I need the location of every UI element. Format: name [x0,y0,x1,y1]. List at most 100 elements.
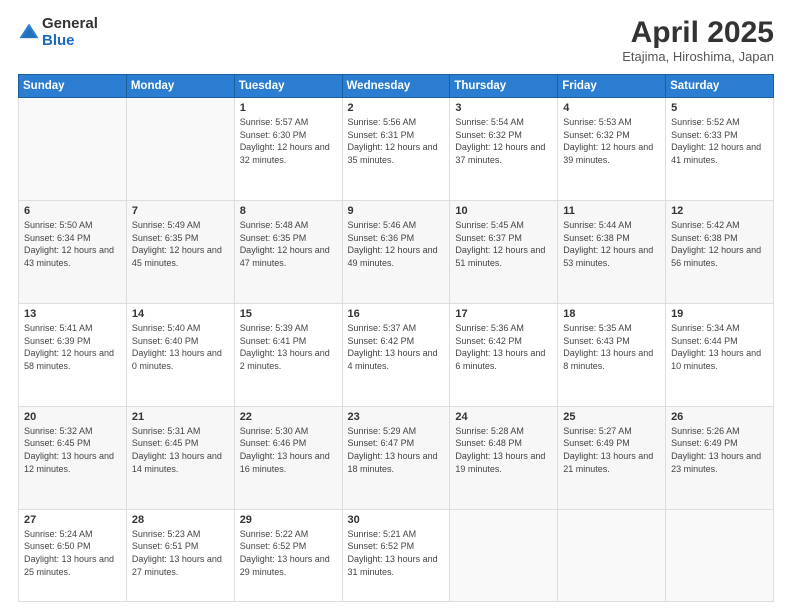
day-number: 11 [563,205,660,217]
table-row: 3Sunrise: 5:54 AMSunset: 6:32 PMDaylight… [450,98,558,201]
calendar-header-row: Sunday Monday Tuesday Wednesday Thursday… [19,75,774,98]
day-number: 9 [348,205,445,217]
table-row: 19 Sunrise: 5:34 AMSunset: 6:44 PMDayligh… [666,303,774,406]
table-row: 16 Sunrise: 5:37 AMSunset: 6:42 PMDayligh… [342,303,450,406]
day-info: Sunrise: 5:48 AMSunset: 6:35 PMDaylight:… [240,219,337,269]
table-row: 4 Sunrise: 5:53 AMSunset: 6:32 PMDaylight… [558,98,666,201]
day-number: 28 [132,514,229,526]
logo-general-text: General [42,16,98,33]
table-row: 15 Sunrise: 5:39 AMSunset: 6:41 PMDayligh… [234,303,342,406]
table-row [126,98,234,201]
page: General Blue April 2025 Etajima, Hiroshi… [0,0,792,612]
day-number: 17 [455,308,552,320]
day-number: 12 [671,205,768,217]
day-info: Sunrise: 5:30 AMSunset: 6:46 PMDaylight:… [240,425,337,475]
table-row: 7 Sunrise: 5:49 AMSunset: 6:35 PMDaylight… [126,200,234,303]
logo-blue-text: Blue [42,33,98,50]
day-info: Sunrise: 5:42 AMSunset: 6:38 PMDaylight:… [671,219,768,269]
day-number: 2 [348,102,445,114]
table-row: 29 Sunrise: 5:22 AMSunset: 6:52 PMDayligh… [234,509,342,601]
col-wednesday: Wednesday [342,75,450,98]
day-number: 8 [240,205,337,217]
day-info: Sunrise: 5:56 AMSunset: 6:31 PMDaylight:… [348,116,445,166]
subtitle: Etajima, Hiroshima, Japan [622,49,774,64]
day-info: Sunrise: 5:36 AMSunset: 6:42 PMDaylight:… [455,322,552,372]
day-number: 29 [240,514,337,526]
day-number: 10 [455,205,552,217]
day-number: 14 [132,308,229,320]
day-info: Sunrise: 5:32 AMSunset: 6:45 PMDaylight:… [24,425,121,475]
col-thursday: Thursday [450,75,558,98]
day-number: 7 [132,205,229,217]
logo: General Blue [18,16,98,49]
day-number: 6 [24,205,121,217]
table-row: 8 Sunrise: 5:48 AMSunset: 6:35 PMDaylight… [234,200,342,303]
day-info: Sunrise: 5:39 AMSunset: 6:41 PMDaylight:… [240,322,337,372]
table-row: 11 Sunrise: 5:44 AMSunset: 6:38 PMDayligh… [558,200,666,303]
day-info: Sunrise: 5:28 AMSunset: 6:48 PMDaylight:… [455,425,552,475]
main-title: April 2025 [622,16,774,49]
table-row: 17 Sunrise: 5:36 AMSunset: 6:42 PMDayligh… [450,303,558,406]
day-number: 27 [24,514,121,526]
header: General Blue April 2025 Etajima, Hiroshi… [18,16,774,64]
day-number: 26 [671,411,768,423]
table-row: 22 Sunrise: 5:30 AMSunset: 6:46 PMDayligh… [234,406,342,509]
table-row [666,509,774,601]
day-info: Sunrise: 5:34 AMSunset: 6:44 PMDaylight:… [671,322,768,372]
day-number: 13 [24,308,121,320]
day-info: Sunrise: 5:49 AMSunset: 6:35 PMDaylight:… [132,219,229,269]
day-info: Sunrise: 5:37 AMSunset: 6:42 PMDaylight:… [348,322,445,372]
table-row [450,509,558,601]
day-number: 15 [240,308,337,320]
day-number: 25 [563,411,660,423]
col-friday: Friday [558,75,666,98]
day-number: 19 [671,308,768,320]
table-row: 10 Sunrise: 5:45 AMSunset: 6:37 PMDayligh… [450,200,558,303]
day-info: Sunrise: 5:45 AMSunset: 6:37 PMDaylight:… [455,219,552,269]
table-row: 5 Sunrise: 5:52 AMSunset: 6:33 PMDaylight… [666,98,774,201]
day-number: 22 [240,411,337,423]
day-info: Sunrise: 5:53 AMSunset: 6:32 PMDaylight:… [563,116,660,166]
table-row: 21Sunrise: 5:31 AMSunset: 6:45 PMDayligh… [126,406,234,509]
day-number: 18 [563,308,660,320]
day-info: Sunrise: 5:41 AMSunset: 6:39 PMDaylight:… [24,322,121,372]
table-row: 9 Sunrise: 5:46 AMSunset: 6:36 PMDaylight… [342,200,450,303]
table-row: 28 Sunrise: 5:23 AMSunset: 6:51 PMDayligh… [126,509,234,601]
day-number: 4 [563,102,660,114]
col-tuesday: Tuesday [234,75,342,98]
col-sunday: Sunday [19,75,127,98]
table-row [19,98,127,201]
logo-text: General Blue [42,16,98,49]
table-row: 24 Sunrise: 5:28 AMSunset: 6:48 PMDayligh… [450,406,558,509]
day-number: 24 [455,411,552,423]
day-info: Sunrise: 5:46 AMSunset: 6:36 PMDaylight:… [348,219,445,269]
table-row: 25 Sunrise: 5:27 AMSunset: 6:49 PMDayligh… [558,406,666,509]
day-number: 5 [671,102,768,114]
table-row: 20 Sunrise: 5:32 AMSunset: 6:45 PMDayligh… [19,406,127,509]
day-number: 1 [240,102,337,114]
table-row: 18Sunrise: 5:35 AMSunset: 6:43 PMDayligh… [558,303,666,406]
table-row: 26Sunrise: 5:26 AMSunset: 6:49 PMDayligh… [666,406,774,509]
day-info: Sunrise: 5:52 AMSunset: 6:33 PMDaylight:… [671,116,768,166]
table-row: 27Sunrise: 5:24 AMSunset: 6:50 PMDayligh… [19,509,127,601]
day-info: Sunrise: 5:27 AMSunset: 6:49 PMDaylight:… [563,425,660,475]
col-monday: Monday [126,75,234,98]
day-info: Sunrise: 5:22 AMSunset: 6:52 PMDaylight:… [240,528,337,578]
day-info: Sunrise: 5:21 AMSunset: 6:52 PMDaylight:… [348,528,445,578]
table-row: 6Sunrise: 5:50 AMSunset: 6:34 PMDaylight… [19,200,127,303]
col-saturday: Saturday [666,75,774,98]
table-row: 2 Sunrise: 5:56 AMSunset: 6:31 PMDaylight… [342,98,450,201]
day-info: Sunrise: 5:44 AMSunset: 6:38 PMDaylight:… [563,219,660,269]
day-number: 23 [348,411,445,423]
day-info: Sunrise: 5:54 AMSunset: 6:32 PMDaylight:… [455,116,552,166]
logo-icon [18,22,40,44]
title-area: April 2025 Etajima, Hiroshima, Japan [622,16,774,64]
day-number: 16 [348,308,445,320]
day-info: Sunrise: 5:40 AMSunset: 6:40 PMDaylight:… [132,322,229,372]
day-number: 30 [348,514,445,526]
day-info: Sunrise: 5:23 AMSunset: 6:51 PMDaylight:… [132,528,229,578]
day-number: 20 [24,411,121,423]
table-row: 23Sunrise: 5:29 AMSunset: 6:47 PMDayligh… [342,406,450,509]
table-row: 13 Sunrise: 5:41 AMSunset: 6:39 PMDayligh… [19,303,127,406]
day-info: Sunrise: 5:57 AMSunset: 6:30 PMDaylight:… [240,116,337,166]
